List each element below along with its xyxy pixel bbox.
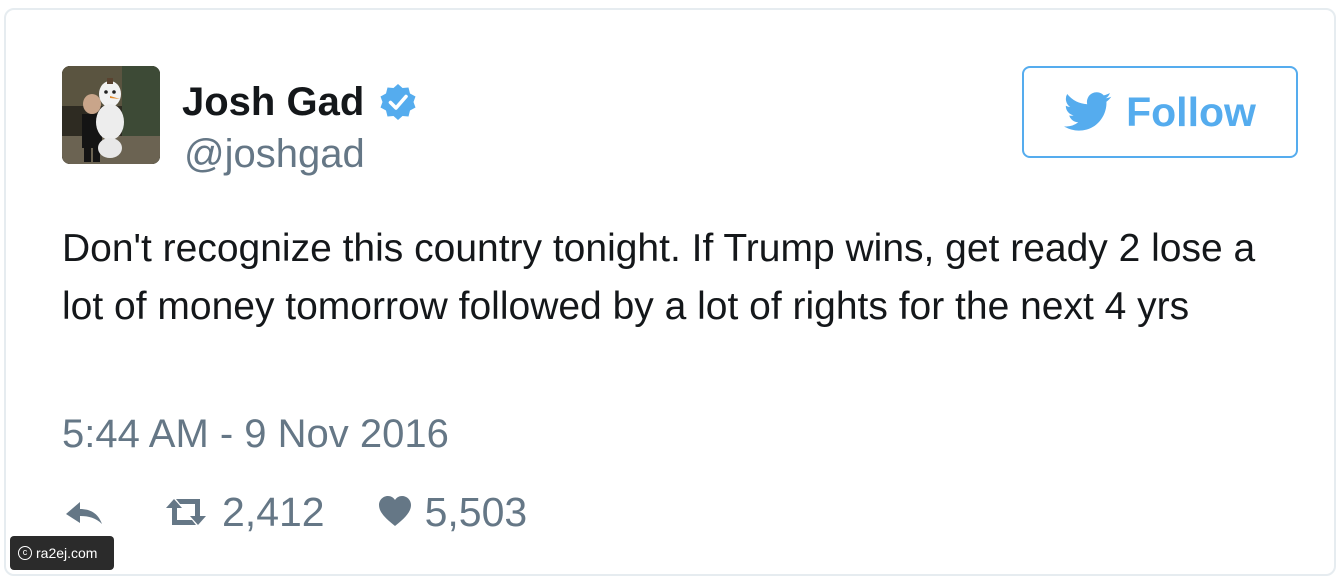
- copyright-icon: c: [18, 546, 32, 560]
- like-count: 5,503: [424, 489, 528, 535]
- tweet-actions: 2,412 5,503: [62, 488, 527, 536]
- retweet-count: 2,412: [222, 489, 325, 535]
- follow-label: Follow: [1126, 89, 1256, 135]
- reply-button[interactable]: [62, 492, 106, 532]
- verified-badge-icon: [380, 84, 416, 120]
- avatar[interactable]: [62, 66, 160, 164]
- heart-icon: [378, 496, 411, 526]
- watermark-text: ra2ej.com: [36, 545, 98, 561]
- twitter-bird-icon: [1064, 92, 1112, 131]
- display-name[interactable]: Josh Gad: [182, 78, 364, 126]
- timestamp[interactable]: 5:44 AM - 9 Nov 2016: [62, 410, 449, 458]
- name-row: Josh Gad: [182, 78, 418, 126]
- watermark: c ra2ej.com: [10, 536, 114, 570]
- avatar-image: [62, 66, 160, 164]
- retweet-button[interactable]: 2,412: [162, 488, 325, 536]
- tweet-text: Don't recognize this country tonight. If…: [62, 227, 1256, 328]
- tweet-card: Josh Gad @joshgad Follow Don't recognize…: [4, 8, 1336, 576]
- like-button[interactable]: 5,503: [377, 488, 528, 536]
- handle[interactable]: @joshgad: [184, 130, 365, 178]
- retweet-icon: [166, 499, 206, 525]
- follow-button[interactable]: Follow: [1022, 66, 1298, 158]
- reply-icon: [66, 502, 102, 524]
